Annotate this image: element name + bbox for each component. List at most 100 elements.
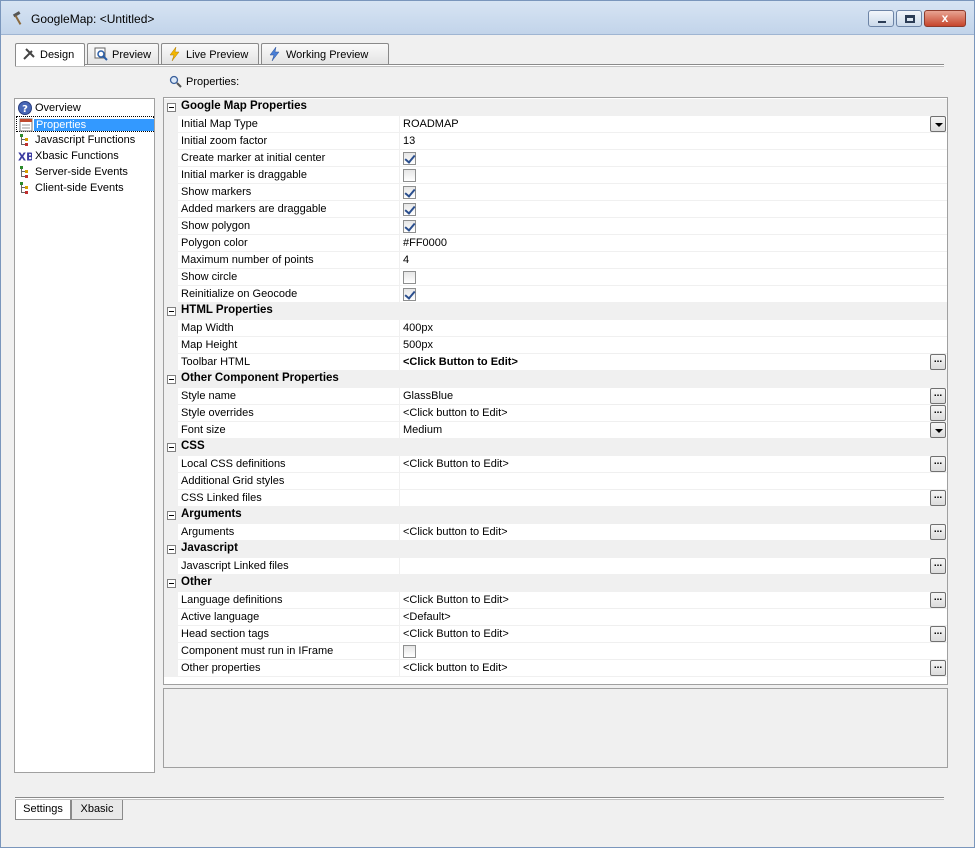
tab-xbasic[interactable]: Xbasic xyxy=(71,800,123,820)
tab-settings[interactable]: Settings xyxy=(15,800,71,820)
nav-item-client-side-events[interactable]: Client-side Events xyxy=(16,180,154,196)
category-row[interactable]: Other Component Properties xyxy=(164,371,947,388)
property-checkbox-cell[interactable] xyxy=(400,269,947,286)
property-value[interactable]: <Click Button to Edit>... xyxy=(400,456,947,473)
category-row[interactable]: Javascript xyxy=(164,541,947,558)
ellipsis-button[interactable]: ... xyxy=(930,354,946,370)
property-value[interactable]: <Click button to Edit>... xyxy=(400,660,947,677)
property-row[interactable]: Component must run in IFrame xyxy=(164,643,947,660)
minimize-button[interactable] xyxy=(868,10,894,27)
property-row[interactable]: Initial zoom factor 13 xyxy=(164,133,947,150)
property-row[interactable]: Style overrides <Click button to Edit>... xyxy=(164,405,947,422)
ellipsis-button[interactable]: ... xyxy=(930,524,946,540)
nav-item-javascript-functions[interactable]: Javascript Functions xyxy=(16,132,154,148)
property-row[interactable]: Font size Medium xyxy=(164,422,947,439)
property-value[interactable]: 500px xyxy=(400,337,947,354)
property-value[interactable]: <Click Button to Edit>... xyxy=(400,354,947,371)
nav-item-overview[interactable]: ? Overview xyxy=(16,100,154,116)
property-value[interactable]: ROADMAP xyxy=(400,116,947,133)
property-checkbox-cell[interactable] xyxy=(400,643,947,660)
category-row[interactable]: CSS xyxy=(164,439,947,456)
checkbox-checked[interactable] xyxy=(403,152,416,165)
dropdown-button[interactable] xyxy=(930,422,946,438)
maximize-button[interactable] xyxy=(896,10,922,27)
property-value[interactable] xyxy=(400,473,947,490)
property-row[interactable]: Language definitions <Click Button to Edi… xyxy=(164,592,947,609)
property-row[interactable]: Map Width 400px xyxy=(164,320,947,337)
collapse-icon[interactable] xyxy=(167,103,176,112)
property-row[interactable]: Javascript Linked files... xyxy=(164,558,947,575)
category-row[interactable]: Google Map Properties xyxy=(164,99,947,116)
ellipsis-button[interactable]: ... xyxy=(930,405,946,421)
tab-design[interactable]: Design xyxy=(15,43,85,66)
checkbox-unchecked[interactable] xyxy=(403,169,416,182)
collapse-icon[interactable] xyxy=(167,375,176,384)
ellipsis-button[interactable]: ... xyxy=(930,660,946,676)
ellipsis-button[interactable]: ... xyxy=(930,456,946,472)
collapse-icon[interactable] xyxy=(167,307,176,316)
property-checkbox-cell[interactable] xyxy=(400,150,947,167)
category-row[interactable]: Other xyxy=(164,575,947,592)
property-row[interactable]: CSS Linked files... xyxy=(164,490,947,507)
property-row[interactable]: Reinitialize on Geocode xyxy=(164,286,947,303)
property-checkbox-cell[interactable] xyxy=(400,218,947,235)
property-value[interactable]: <Click button to Edit>... xyxy=(400,524,947,541)
property-value[interactable]: #FF0000 xyxy=(400,235,947,252)
property-value[interactable]: 13 xyxy=(400,133,947,150)
property-row[interactable]: Map Height 500px xyxy=(164,337,947,354)
property-row[interactable]: Maximum number of points 4 xyxy=(164,252,947,269)
property-checkbox-cell[interactable] xyxy=(400,184,947,201)
property-checkbox-cell[interactable] xyxy=(400,201,947,218)
checkbox-checked[interactable] xyxy=(403,203,416,216)
category-row[interactable]: Arguments xyxy=(164,507,947,524)
tab-preview[interactable]: Preview xyxy=(87,43,159,65)
property-row[interactable]: Style name GlassBlue... xyxy=(164,388,947,405)
ellipsis-button[interactable]: ... xyxy=(930,388,946,404)
tab-live-preview[interactable]: Live Preview xyxy=(161,43,259,65)
property-value[interactable]: <Click Button to Edit>... xyxy=(400,626,947,643)
property-value[interactable]: GlassBlue... xyxy=(400,388,947,405)
property-row[interactable]: Initial marker is draggable xyxy=(164,167,947,184)
category-row[interactable]: HTML Properties xyxy=(164,303,947,320)
nav-item-properties[interactable]: Properties xyxy=(16,116,154,132)
property-row[interactable]: Added markers are draggable xyxy=(164,201,947,218)
property-value[interactable]: Medium xyxy=(400,422,947,439)
property-value[interactable]: <Default> xyxy=(400,609,947,626)
checkbox-unchecked[interactable] xyxy=(403,271,416,284)
checkbox-checked[interactable] xyxy=(403,186,416,199)
property-row[interactable]: Initial Map Type ROADMAP xyxy=(164,116,947,133)
tab-working-preview[interactable]: Working Preview xyxy=(261,43,389,65)
property-checkbox-cell[interactable] xyxy=(400,167,947,184)
property-value[interactable]: 400px xyxy=(400,320,947,337)
property-value[interactable]: 4 xyxy=(400,252,947,269)
property-row[interactable]: Polygon color #FF0000 xyxy=(164,235,947,252)
collapse-icon[interactable] xyxy=(167,545,176,554)
property-value[interactable]: <Click button to Edit>... xyxy=(400,405,947,422)
property-value[interactable]: <Click Button to Edit>... xyxy=(400,592,947,609)
ellipsis-button[interactable]: ... xyxy=(930,592,946,608)
property-checkbox-cell[interactable] xyxy=(400,286,947,303)
ellipsis-button[interactable]: ... xyxy=(930,490,946,506)
property-row[interactable]: Other properties <Click button to Edit>..… xyxy=(164,660,947,677)
close-button[interactable]: x xyxy=(924,10,966,27)
checkbox-checked[interactable] xyxy=(403,288,416,301)
dropdown-button[interactable] xyxy=(930,116,946,132)
property-value[interactable]: ... xyxy=(400,558,947,575)
property-row[interactable]: Head section tags <Click Button to Edit>.… xyxy=(164,626,947,643)
property-row[interactable]: Show markers xyxy=(164,184,947,201)
collapse-icon[interactable] xyxy=(167,579,176,588)
checkbox-unchecked[interactable] xyxy=(403,645,416,658)
checkbox-checked[interactable] xyxy=(403,220,416,233)
property-row[interactable]: Additional Grid styles xyxy=(164,473,947,490)
property-row[interactable]: Create marker at initial center xyxy=(164,150,947,167)
property-row[interactable]: Show circle xyxy=(164,269,947,286)
ellipsis-button[interactable]: ... xyxy=(930,558,946,574)
property-row[interactable]: Toolbar HTML <Click Button to Edit>... xyxy=(164,354,947,371)
property-row[interactable]: Show polygon xyxy=(164,218,947,235)
property-row[interactable]: Active language <Default> xyxy=(164,609,947,626)
property-row[interactable]: Arguments <Click button to Edit>... xyxy=(164,524,947,541)
title-bar[interactable]: GoogleMap: <Untitled> x xyxy=(1,1,974,35)
collapse-icon[interactable] xyxy=(167,511,176,520)
ellipsis-button[interactable]: ... xyxy=(930,626,946,642)
property-value[interactable]: ... xyxy=(400,490,947,507)
